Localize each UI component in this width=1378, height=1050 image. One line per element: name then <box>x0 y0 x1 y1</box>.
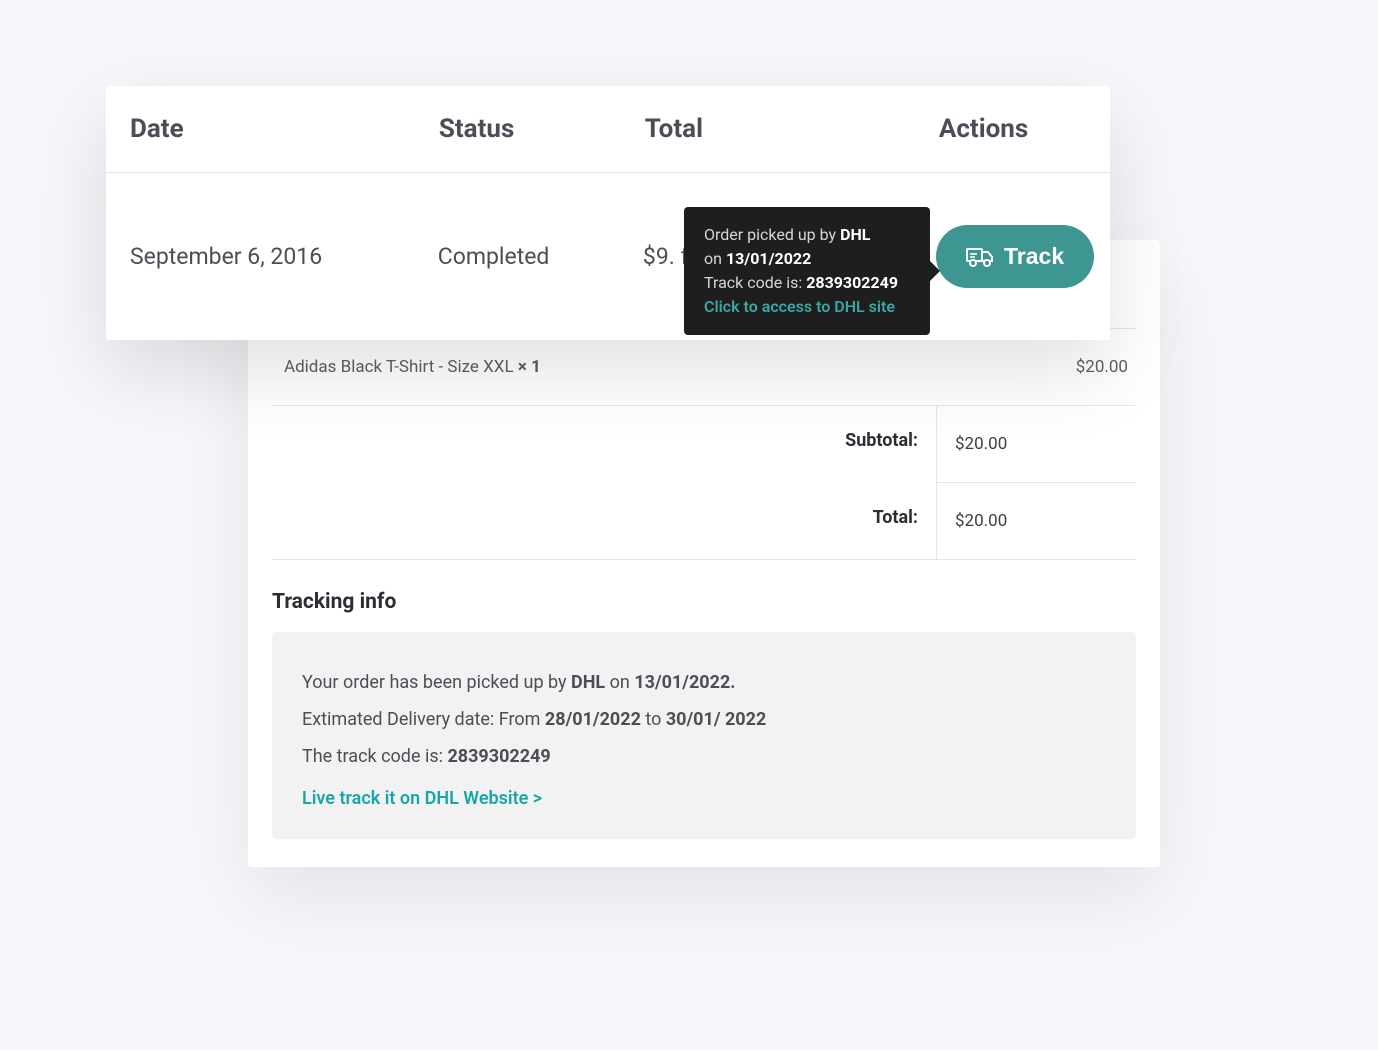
product-price: $20.00 <box>1076 357 1128 377</box>
tooltip-line-date: on 13/01/2022 <box>704 247 910 271</box>
orders-table-header: Date Status Total Actions <box>106 86 1110 173</box>
totals-row-total: Total: $20.00 <box>272 483 1136 559</box>
tooltip-text: on <box>704 249 726 268</box>
tooltip-date: 13/01/2022 <box>726 249 811 268</box>
tracking-code: 2839302249 <box>447 746 550 767</box>
tracking-pickup-date: 13/01/2022. <box>634 672 735 693</box>
total-value: $20.00 <box>936 483 1136 559</box>
subtotal-label: Subtotal: <box>272 406 936 483</box>
product-name-cell: Adidas Black T-Shirt - Size XXL × 1 <box>284 357 541 377</box>
tracking-text: Extimated Delivery date: From <box>302 709 545 730</box>
tooltip-code: 2839302249 <box>806 273 898 292</box>
tooltip-line-code: Track code is: 2839302249 <box>704 271 910 295</box>
totals-section: Subtotal: $20.00 Total: $20.00 <box>272 406 1136 560</box>
subtotal-value: $20.00 <box>936 406 1136 483</box>
cell-actions: Track <box>936 225 1086 288</box>
col-header-date: Date <box>130 114 439 144</box>
tooltip-carrier: DHL <box>840 225 870 244</box>
tooltip-link[interactable]: Click to access to DHL site <box>704 295 910 319</box>
tracking-line-pickup: Your order has been picked up by DHL on … <box>302 670 1106 695</box>
tooltip-text: Track code is: <box>704 273 806 292</box>
orders-table-row: September 6, 2016 Completed $9. f Track … <box>106 173 1110 340</box>
tracking-carrier: DHL <box>571 672 605 693</box>
tracking-text: to <box>641 709 666 730</box>
total-label: Total: <box>272 483 936 559</box>
orders-table-card: Date Status Total Actions September 6, 2… <box>106 86 1110 340</box>
product-name: Adidas Black T-Shirt - Size XXL <box>284 357 518 377</box>
tracking-line-delivery: Extimated Delivery date: From 28/01/2022… <box>302 707 1106 732</box>
tooltip-line-pickup: Order picked up by DHL <box>704 223 910 247</box>
tracking-text: The track code is: <box>302 746 447 767</box>
tracking-text: on <box>605 672 634 693</box>
tracking-heading: Tracking info <box>272 590 1136 614</box>
live-track-link[interactable]: Live track it on DHL Website > <box>302 788 542 809</box>
track-button[interactable]: Track <box>936 225 1094 288</box>
tracking-info-box: Your order has been picked up by DHL on … <box>272 632 1136 839</box>
cell-date: September 6, 2016 <box>130 243 438 270</box>
totals-row-subtotal: Subtotal: $20.00 <box>272 406 1136 483</box>
tracking-line-code: The track code is: 2839302249 <box>302 744 1106 769</box>
col-header-total: Total <box>645 114 939 144</box>
track-tooltip: Order picked up by DHL on 13/01/2022 Tra… <box>684 207 930 335</box>
col-header-actions: Actions <box>939 114 1086 144</box>
tracking-text: Your order has been picked up by <box>302 672 571 693</box>
track-button-label: Track <box>1004 243 1064 270</box>
truck-icon <box>966 246 994 268</box>
tooltip-text: Order picked up by <box>704 225 840 244</box>
col-header-status: Status <box>439 114 645 144</box>
product-qty: × 1 <box>518 357 541 377</box>
tracking-delivery-to: 30/01/ 2022 <box>666 709 766 730</box>
cell-status: Completed <box>438 243 643 270</box>
tracking-delivery-from: 28/01/2022 <box>545 709 641 730</box>
